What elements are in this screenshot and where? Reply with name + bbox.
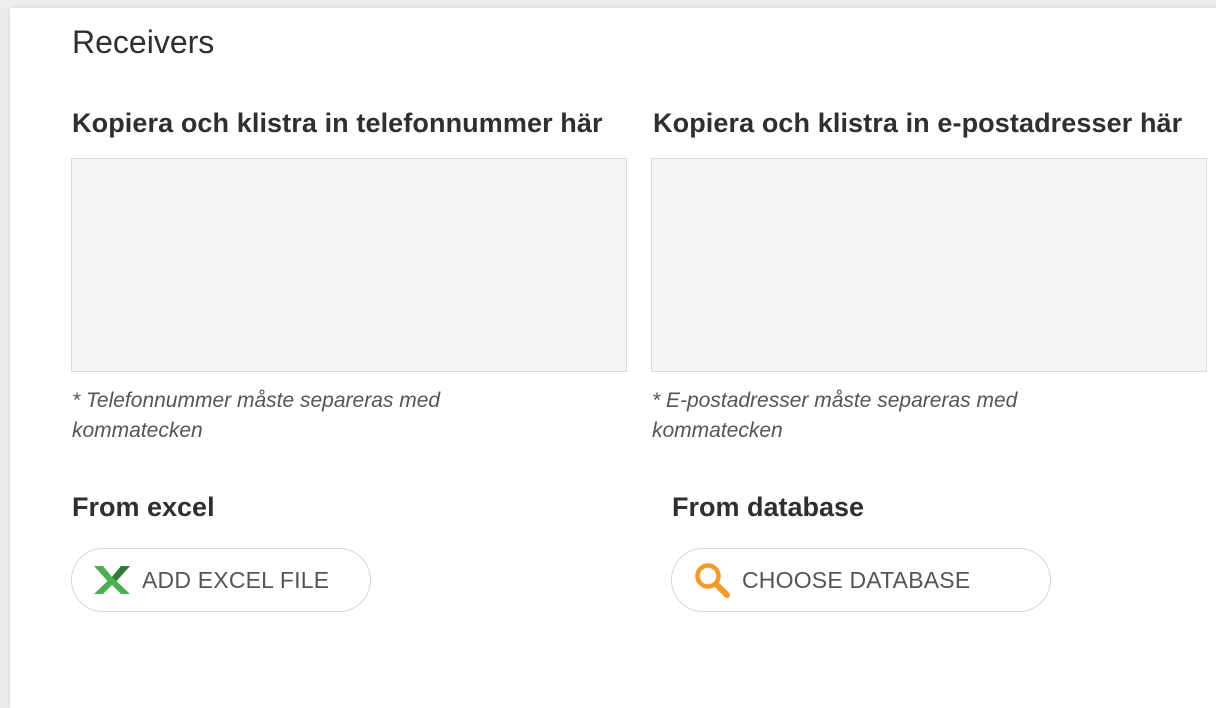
phone-numbers-hint: * Telefonnummer måste separeras med komm… <box>72 389 441 442</box>
email-addresses-hint: * E-postadresser måste separeras med kom… <box>652 389 1018 442</box>
choose-database-button[interactable]: CHOOSE DATABASE <box>671 548 1051 612</box>
phone-numbers-textarea[interactable] <box>71 158 627 372</box>
phone-numbers-label: Kopiera och klistra in telefonnummer här <box>72 108 603 138</box>
add-excel-file-button[interactable]: ADD EXCEL FILE <box>71 548 371 612</box>
email-addresses-label: Kopiera och klistra in e-postadresser hä… <box>653 108 1183 138</box>
add-excel-file-label: ADD EXCEL FILE <box>142 566 330 593</box>
excel-icon <box>92 560 132 600</box>
choose-database-label: CHOOSE DATABASE <box>742 566 971 593</box>
search-icon <box>692 560 732 600</box>
page-title: Receivers <box>72 24 215 60</box>
from-database-heading: From database <box>672 492 865 522</box>
from-excel-heading: From excel <box>72 492 215 522</box>
email-addresses-textarea[interactable] <box>651 158 1207 372</box>
